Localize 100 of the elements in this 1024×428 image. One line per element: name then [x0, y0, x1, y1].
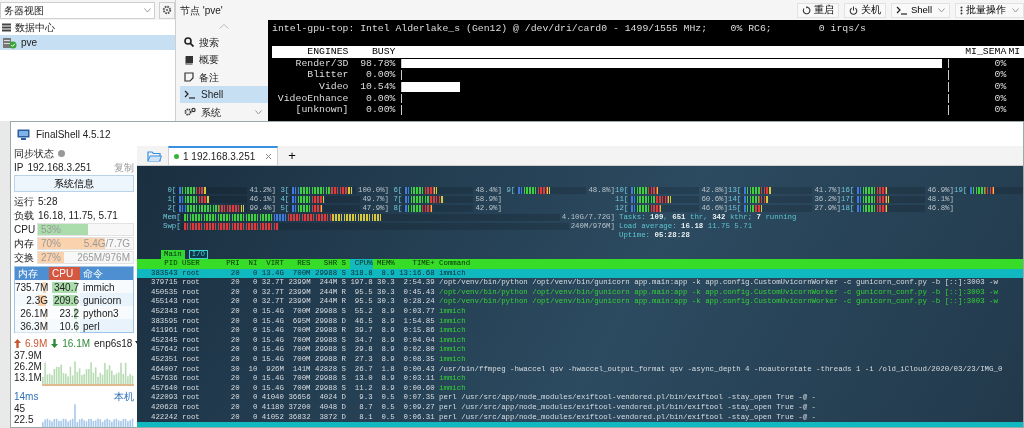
table-cell: 735.7M: [15, 282, 49, 293]
process-row[interactable]: 735.7M 340.7 immich: [15, 280, 133, 293]
settings-icon: [162, 5, 172, 15]
process-row[interactable]: 26.1M 23.2 python3: [15, 306, 133, 319]
percent-reading: 70%: [41, 236, 61, 251]
table-cell: 209.6: [53, 295, 79, 306]
restart-icon: [801, 5, 811, 15]
nav-item[interactable]: 概要: [180, 50, 268, 69]
upload-arrow-icon: [14, 338, 21, 348]
note-icon: [184, 72, 194, 83]
terminal-icon: [895, 5, 908, 15]
column-header: MI: [1007, 46, 1022, 58]
close-icon: [265, 153, 273, 160]
sema-reading: 0%: [993, 92, 1007, 105]
ip-label: IP: [14, 160, 24, 175]
shell-button[interactable]: Shell: [890, 2, 950, 18]
uptime-label: 运行: [14, 194, 34, 209]
window-title: FinalShell 4.5.12: [36, 127, 111, 142]
upload-rate: 6.9M: [25, 336, 48, 351]
download-arrow-icon: [51, 338, 59, 348]
list-icon: [2, 23, 11, 32]
table-cell: 26.1M: [20, 308, 48, 319]
restart-button[interactable]: 重启: [796, 2, 839, 18]
axis-label: 13.1M: [14, 372, 42, 383]
engine-name: [unknown]: [294, 104, 349, 116]
terminal-line: intel-gpu-top: Intel Alderlake_s (Gen12) @ /dev/dri/card0 - 1499/1555 MHz; 0% RC6; 0 irqs/s: [272, 23, 866, 35]
sema-reading: 0%: [993, 80, 1007, 93]
load-value: 16.18, 11.75, 5.71: [38, 208, 118, 223]
meter-label: 交换: [14, 250, 34, 265]
sema-reading: 0%: [993, 104, 1007, 116]
caret-icon: [144, 7, 151, 13]
power-icon: [848, 5, 858, 15]
system-info-button[interactable]: 系统信息: [14, 175, 134, 192]
nav-item[interactable]: Shell: [180, 85, 268, 104]
server-icon: [2, 36, 17, 49]
table-cell: 36.3M: [20, 321, 48, 332]
percent-reading: 53%: [41, 222, 61, 237]
busy-reading: 0.00%: [365, 104, 396, 116]
session-tab[interactable]: 1 192.168.3.251: [168, 146, 279, 165]
process-row[interactable]: 36.3M 10.6 perl: [15, 319, 133, 332]
nav-item[interactable]: 系统: [180, 103, 268, 121]
panel-title: 节点 'pve': [180, 3, 223, 18]
sema-reading: 0%: [993, 57, 1007, 70]
new-tab-button[interactable]: +: [284, 147, 300, 165]
nav-item[interactable]: 备注: [180, 68, 268, 86]
engine-name: Render/3D: [294, 57, 349, 70]
folder-icon[interactable]: [147, 150, 162, 162]
column-header[interactable]: CPU: [49, 267, 80, 280]
tree-item[interactable]: pve: [0, 35, 175, 50]
engine-name: Blitter: [306, 69, 349, 81]
gears-icon: [184, 107, 196, 118]
load-label: 负载: [14, 208, 34, 223]
process-row[interactable]: 2.3G 209.6 gunicorn: [15, 293, 133, 306]
tree-item[interactable]: 数据中心: [0, 20, 175, 35]
usage-reading: 265M/976M: [77, 250, 130, 265]
meter-label: CPU: [14, 222, 34, 237]
interface-select[interactable]: enp6s18: [94, 335, 137, 351]
axis-label: 22.5: [14, 414, 35, 425]
latency-reading: 14ms: [14, 389, 39, 404]
view-select[interactable]: 务器视图: [0, 1, 155, 19]
engine-name: Video: [318, 80, 349, 93]
column-header: ENGINES: [306, 46, 349, 58]
percent-reading: 27%: [41, 250, 61, 265]
table-cell-text: python3: [82, 307, 120, 321]
caret-icon: [255, 109, 262, 115]
ping-target: 本机: [114, 389, 134, 404]
power-button[interactable]: 关机: [843, 2, 886, 18]
app-logo-icon: [17, 128, 30, 140]
search-icon: [184, 37, 194, 48]
nav-item[interactable]: 搜索: [180, 33, 268, 51]
column-header: MI_SEMA: [964, 46, 1007, 58]
axis-label: 37.9M: [14, 350, 42, 361]
busy-reading: 0.00%: [365, 69, 396, 81]
table-cell: 2.3G: [26, 295, 48, 306]
uptime-value: 5:28: [38, 194, 58, 209]
more-icon: [960, 5, 963, 15]
table-cell: 10.6: [59, 321, 79, 332]
axis-label: 26.2M: [14, 361, 42, 372]
sema-reading: 0%: [993, 69, 1007, 81]
axis-label: 45: [14, 403, 27, 414]
table-cell-text: gunicorn: [82, 294, 123, 308]
table-cell-text: perl: [82, 320, 101, 334]
settings-button[interactable]: [159, 1, 175, 19]
terminal-icon: [184, 90, 196, 100]
busy-reading: 10.54%: [359, 80, 396, 93]
scroll-up-icon: [219, 24, 229, 30]
download-rate: 16.1M: [62, 336, 91, 351]
table-cell-text: immich: [82, 281, 116, 295]
table-cell: 23.2: [59, 308, 79, 319]
sync-label: 同步状态: [14, 146, 54, 161]
engine-name: VideoEnhance: [276, 92, 349, 105]
ip-address: 192.168.3.251: [27, 160, 92, 175]
busy-reading: 0.00%: [365, 92, 396, 105]
caret-icon: [1012, 7, 1019, 13]
book-icon: [184, 54, 194, 65]
table-cell: 340.7: [53, 282, 79, 293]
bulk-button[interactable]: 批量操作: [955, 2, 1024, 18]
caret-icon: [938, 7, 945, 13]
busy-reading: 98.78%: [359, 57, 396, 70]
column-header: BUSY: [370, 46, 396, 58]
